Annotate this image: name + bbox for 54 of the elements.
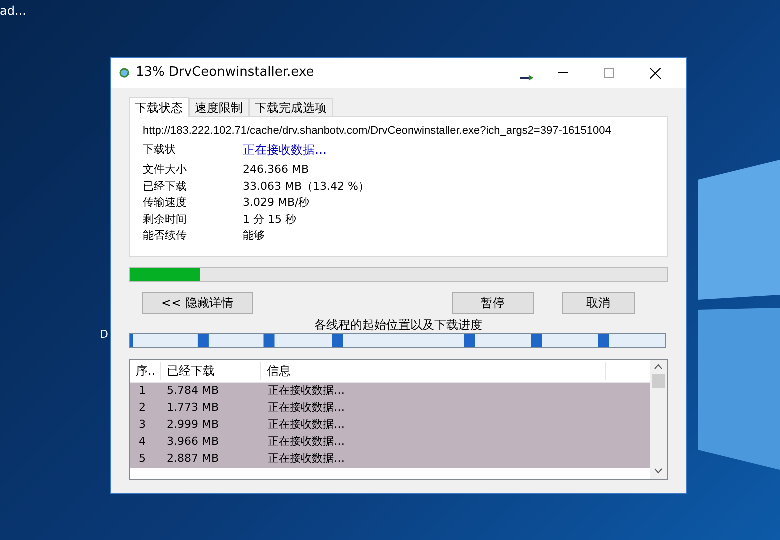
- table-cell-text: 5.784 MB: [166, 383, 220, 400]
- table-cell-text: 正在接收数据…: [267, 417, 345, 434]
- table-cell-text: 4: [138, 434, 147, 450]
- table-cell-text: 3: [138, 417, 147, 434]
- field-label: 已经下载: [143, 178, 188, 194]
- table-cell-text: 2.887 MB: [166, 451, 220, 468]
- field-value: 246.366 MB: [243, 162, 310, 178]
- globe-icon: [119, 65, 130, 81]
- table-cell-text: 正在接收数据…: [267, 400, 345, 416]
- table-cell-text: 5: [138, 451, 147, 468]
- desktop-icon-label[interactable]: ad...: [0, 2, 26, 20]
- table-row[interactable]: 1 5.784 MB 正在接收数据…: [130, 383, 650, 400]
- table-cell-text: 1: [138, 383, 147, 400]
- tab[interactable]: 下载状态: [129, 97, 189, 117]
- table-cell-text: 1.773 MB: [166, 400, 220, 416]
- threads-caption: 各线程的起始位置以及下载进度: [314, 318, 484, 332]
- scrollbar[interactable]: [650, 360, 667, 479]
- field-value: 1 分 15 秒: [243, 212, 296, 228]
- cancel-button[interactable]: 取消: [562, 292, 635, 314]
- url-text: http://183.222.102.71/cache/drv.shanbotv.com/DrvCeonwinstaller.exe?ich_args2=397-16151004: [143, 124, 612, 139]
- table-cell-text: 正在接收数据…: [267, 383, 345, 400]
- column-header[interactable]: 信息: [261, 362, 606, 380]
- table-row[interactable]: 5 2.887 MB 正在接收数据…: [130, 451, 650, 468]
- window-title: 13% DrvCeonwinstaller.exe: [136, 64, 314, 82]
- field-value: 33.063 MB（13.42 %）: [243, 178, 370, 194]
- column-header[interactable]: 已经下载: [161, 362, 261, 380]
- tab[interactable]: 速度限制: [189, 98, 249, 116]
- field-value: 正在接收数据…: [243, 142, 327, 158]
- maximize-icon: [604, 68, 614, 78]
- field-label: 能否续传: [143, 228, 188, 244]
- column-header[interactable]: 序..: [130, 362, 161, 380]
- field-value: 3.029 MB/秒: [243, 195, 310, 211]
- close-icon: [650, 68, 660, 78]
- table-cell-text: 正在接收数据…: [267, 434, 345, 450]
- table-cell-text: 2.999 MB: [166, 417, 220, 434]
- table-cell-text: 3.966 MB: [166, 434, 220, 450]
- field-label: 传输速度: [143, 195, 188, 211]
- table-row[interactable]: 4 3.966 MB 正在接收数据…: [130, 434, 650, 451]
- scroll-thumb[interactable]: [652, 374, 665, 388]
- pause-button[interactable]: 暂停: [452, 292, 534, 314]
- hide-details-button[interactable]: << 隐藏详情: [142, 292, 253, 314]
- arrow-icon: [520, 74, 534, 82]
- table-row[interactable]: 3 2.999 MB 正在接收数据…: [130, 417, 650, 434]
- field-label: 文件大小: [143, 162, 188, 178]
- table-cell-text: 正在接收数据…: [267, 451, 345, 468]
- table-cell-text: 2: [138, 400, 147, 416]
- scroll-up-icon[interactable]: [654, 364, 663, 370]
- tab[interactable]: 下载完成选项: [249, 98, 333, 116]
- field-value: 能够: [243, 228, 265, 244]
- field-label: 下载状: [143, 142, 177, 158]
- table-row[interactable]: 2 1.773 MB 正在接收数据…: [130, 400, 650, 417]
- scroll-down-icon[interactable]: [654, 468, 663, 474]
- field-label: 剩余时间: [143, 212, 188, 228]
- desktop-icon-label[interactable]: D: [100, 328, 108, 341]
